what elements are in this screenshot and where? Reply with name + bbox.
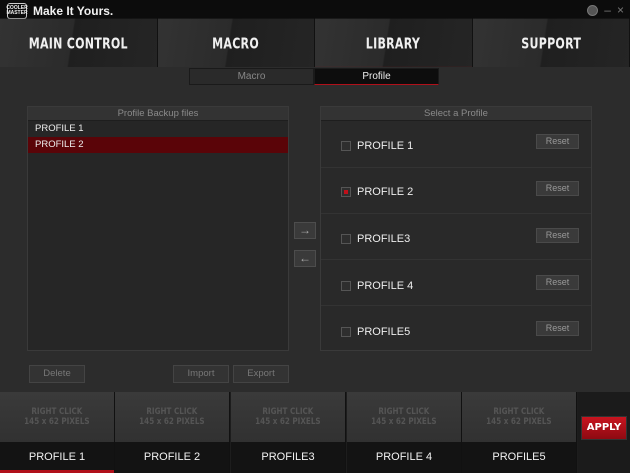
profile-label: PROFILE 4: [357, 280, 414, 292]
reset-button[interactable]: Reset: [536, 228, 579, 243]
profile-image-placeholder[interactable]: RIGHT CLICK 145 x 62 PIXELS: [0, 392, 114, 442]
tab-main-control[interactable]: MAIN CONTROL: [0, 18, 158, 71]
profile-slot-label[interactable]: PROFILE 4: [347, 442, 461, 473]
profile-label: PROFILE 2: [357, 186, 414, 198]
reset-button[interactable]: Reset: [536, 181, 579, 196]
export-button[interactable]: Export: [233, 365, 289, 383]
profile-image-placeholder[interactable]: RIGHT CLICK 145 x 62 PIXELS: [231, 392, 345, 442]
profile-slot-label[interactable]: PROFILE5: [462, 442, 576, 473]
profile-image-placeholder[interactable]: RIGHT CLICK 145 x 62 PIXELS: [462, 392, 576, 442]
profile-slot-label[interactable]: PROFILE3: [231, 442, 345, 473]
profile-row: PROFILE 2 Reset: [321, 168, 591, 214]
import-button[interactable]: Import: [173, 365, 229, 383]
profile-slot-label[interactable]: PROFILE 1: [0, 442, 114, 473]
profile-5-checkbox[interactable]: [341, 327, 351, 337]
reset-button[interactable]: Reset: [536, 134, 579, 149]
profile-slot-2[interactable]: RIGHT CLICK 145 x 62 PIXELS PROFILE 2: [115, 392, 230, 473]
profile-slot-label[interactable]: PROFILE 2: [115, 442, 229, 473]
panel-header: Profile Backup files: [28, 107, 288, 121]
profile-slot-4[interactable]: RIGHT CLICK 145 x 62 PIXELS PROFILE 4: [347, 392, 462, 473]
close-button[interactable]: ×: [617, 3, 624, 17]
apply-button[interactable]: APPLY: [581, 416, 627, 440]
delete-button[interactable]: Delete: [29, 365, 85, 383]
reset-button[interactable]: Reset: [536, 275, 579, 290]
window-controls: – ×: [587, 3, 624, 17]
profile-row: PROFILE 4 Reset: [321, 260, 591, 306]
cooler-master-logo: COOLER MASTER: [6, 3, 28, 19]
profile-slot-1[interactable]: RIGHT CLICK 145 x 62 PIXELS PROFILE 1: [0, 392, 115, 473]
profile-row: PROFILE 1 Reset: [321, 122, 591, 168]
profile-1-checkbox[interactable]: [341, 141, 351, 151]
tab-macro[interactable]: MACRO: [157, 18, 315, 71]
move-left-arrow-icon[interactable]: ←: [294, 250, 316, 267]
profile-3-checkbox[interactable]: [341, 234, 351, 244]
profile-strip: RIGHT CLICK 145 x 62 PIXELS PROFILE 1 RIG…: [0, 392, 630, 473]
move-right-arrow-icon[interactable]: →: [294, 222, 316, 239]
select-profile-panel: Select a Profile PROFILE 1 Reset PROFILE…: [320, 106, 592, 351]
subtab-profile[interactable]: Profile: [314, 68, 439, 85]
subtab-macro[interactable]: Macro: [189, 68, 314, 85]
app-title: Make It Yours.: [33, 4, 114, 18]
main-nav: MAIN CONTROL MACRO LIBRARY SUPPORT: [0, 18, 630, 71]
backup-file-list[interactable]: PROFILE 1 PROFILE 2: [28, 121, 288, 350]
library-subtabs: Macro Profile: [189, 68, 439, 85]
apply-area: APPLY: [578, 392, 630, 473]
profile-slot-5[interactable]: RIGHT CLICK 145 x 62 PIXELS PROFILE5: [462, 392, 577, 473]
profile-label: PROFILE3: [357, 233, 411, 245]
tab-support[interactable]: SUPPORT: [472, 18, 630, 71]
minimize-button[interactable]: –: [604, 3, 611, 17]
profile-label: PROFILE 1: [357, 140, 414, 152]
tab-library[interactable]: LIBRARY: [315, 18, 473, 71]
globe-icon[interactable]: [587, 4, 599, 16]
profile-label: PROFILE5: [357, 326, 411, 338]
panel-header: Select a Profile: [321, 107, 591, 121]
profile-row: PROFILE5 Reset: [321, 306, 591, 352]
reset-button[interactable]: Reset: [536, 321, 579, 336]
profile-slot-3[interactable]: RIGHT CLICK 145 x 62 PIXELS PROFILE3: [231, 392, 346, 473]
profile-backup-panel: Profile Backup files PROFILE 1 PROFILE 2: [27, 106, 289, 351]
profile-2-checkbox[interactable]: [341, 187, 351, 197]
backup-item-profile-2[interactable]: PROFILE 2: [28, 137, 288, 153]
profile-row: PROFILE3 Reset: [321, 214, 591, 260]
profile-image-placeholder[interactable]: RIGHT CLICK 145 x 62 PIXELS: [347, 392, 461, 442]
backup-item-profile-1[interactable]: PROFILE 1: [28, 121, 288, 137]
profile-4-checkbox[interactable]: [341, 281, 351, 291]
profile-image-placeholder[interactable]: RIGHT CLICK 145 x 62 PIXELS: [115, 392, 229, 442]
